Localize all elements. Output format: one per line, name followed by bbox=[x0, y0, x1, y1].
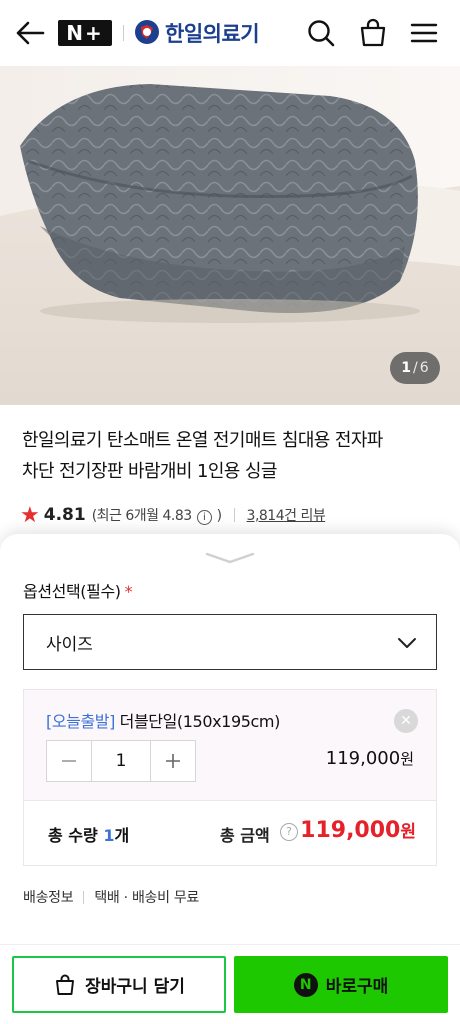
product-title-line2: 차단 전기장판 바람개비 1인용 싱글 bbox=[22, 461, 277, 482]
size-select[interactable]: 사이즈 bbox=[23, 614, 437, 670]
add-to-cart-label: 장바구니 담기 bbox=[85, 977, 185, 997]
total-quantity-value: 1 bbox=[103, 826, 115, 845]
product-photo-illustration bbox=[0, 66, 460, 405]
total-quantity: 총 수량 1개 bbox=[48, 822, 129, 846]
help-icon[interactable]: ? bbox=[280, 823, 298, 841]
total-price: 119,000원 bbox=[300, 817, 416, 843]
search-icon[interactable] bbox=[304, 16, 338, 50]
shipping-value: 택배 · 배송비 무료 bbox=[94, 890, 199, 906]
selected-item-option: 더블단일(150x195cm) bbox=[119, 712, 281, 731]
rating-divider bbox=[233, 508, 235, 522]
selected-item: [오늘출발] 더블단일(150x195cm) ✕ 1 119,000원 bbox=[23, 689, 437, 801]
buy-now-label: 바로구매 bbox=[325, 977, 389, 997]
rating-score: 4.81 bbox=[43, 505, 86, 525]
today-ship-tag: [오늘출발] bbox=[46, 712, 115, 731]
nplus-badge[interactable]: N+ bbox=[58, 20, 112, 46]
chevron-down-icon bbox=[398, 638, 416, 648]
info-icon[interactable]: i bbox=[196, 510, 212, 525]
total-price-value: 119,000 bbox=[300, 818, 401, 843]
total-amount-label: 총 금액 bbox=[220, 826, 270, 845]
top-header: N+ 한일의료기 bbox=[0, 0, 460, 66]
required-mark: * bbox=[124, 582, 133, 601]
option-label-text: 옵션선택(필수) bbox=[23, 582, 121, 601]
item-price-currency: 원 bbox=[400, 750, 414, 768]
rating-row: ★ 4.81 (최근 6개월 4.83 i ) 3,814건 리뷰 bbox=[20, 502, 326, 528]
option-label: 옵션선택(필수) * bbox=[23, 578, 133, 602]
shipping-label: 배송정보 bbox=[23, 890, 74, 906]
shipping-divider bbox=[83, 890, 85, 904]
product-title-line1: 한일의료기 탄소매트 온열 전기매트 침대용 전자파 bbox=[22, 430, 383, 451]
minus-icon bbox=[62, 760, 76, 762]
bottom-action-bar: 장바구니 담기 N 바로구매 bbox=[0, 944, 460, 1024]
shipping-info: 배송정보 택배 · 배송비 무료 bbox=[23, 887, 199, 907]
brand-name[interactable]: 한일의료기 bbox=[165, 18, 260, 48]
shopping-bag-icon bbox=[56, 974, 75, 995]
buy-now-button[interactable]: N 바로구매 bbox=[234, 956, 448, 1013]
decrease-quantity-button[interactable] bbox=[47, 741, 91, 781]
review-count-link[interactable]: 3,814건 리뷰 bbox=[247, 505, 326, 525]
shopping-bag-icon[interactable] bbox=[356, 16, 390, 50]
recent-rating-prefix: (최근 6개월 4.83 bbox=[91, 508, 192, 524]
product-title: 한일의료기 탄소매트 온열 전기매트 침대용 전자파 차단 전기장판 바람개비 … bbox=[22, 425, 442, 487]
brand-logo-icon bbox=[135, 20, 159, 44]
back-arrow-icon[interactable] bbox=[14, 18, 46, 48]
npay-icon: N bbox=[293, 972, 318, 997]
total-summary: 총 수량 1개 총 금액 ? 119,000원 bbox=[23, 800, 437, 866]
menu-icon[interactable] bbox=[407, 16, 441, 50]
image-counter-separator: / bbox=[413, 360, 418, 376]
total-quantity-label: 총 수량 bbox=[48, 826, 98, 845]
item-price-value: 119,000 bbox=[325, 748, 401, 769]
product-image[interactable] bbox=[0, 66, 460, 405]
total-price-currency: 원 bbox=[400, 822, 416, 842]
quantity-stepper: 1 bbox=[46, 740, 196, 782]
remove-item-button[interactable]: ✕ bbox=[394, 709, 418, 733]
quantity-value[interactable]: 1 bbox=[91, 741, 151, 781]
selected-item-name: [오늘출발] 더블단일(150x195cm) bbox=[46, 708, 280, 732]
image-counter-current: 1 bbox=[401, 360, 412, 376]
sheet-collapse-chevron-icon[interactable] bbox=[205, 552, 255, 564]
item-price: 119,000원 bbox=[326, 748, 414, 769]
size-select-value: 사이즈 bbox=[46, 634, 93, 655]
recent-rating: (최근 6개월 4.83 i ) bbox=[92, 505, 222, 525]
add-to-cart-button[interactable]: 장바구니 담기 bbox=[12, 956, 226, 1013]
header-divider bbox=[123, 25, 124, 41]
increase-quantity-button[interactable] bbox=[151, 741, 195, 781]
star-icon: ★ bbox=[20, 502, 40, 528]
image-counter: 1 / 6 bbox=[390, 352, 440, 384]
image-counter-total: 6 bbox=[419, 360, 429, 376]
total-quantity-unit: 개 bbox=[114, 826, 130, 845]
recent-rating-suffix: ) bbox=[216, 508, 222, 524]
plus-icon bbox=[166, 754, 180, 768]
